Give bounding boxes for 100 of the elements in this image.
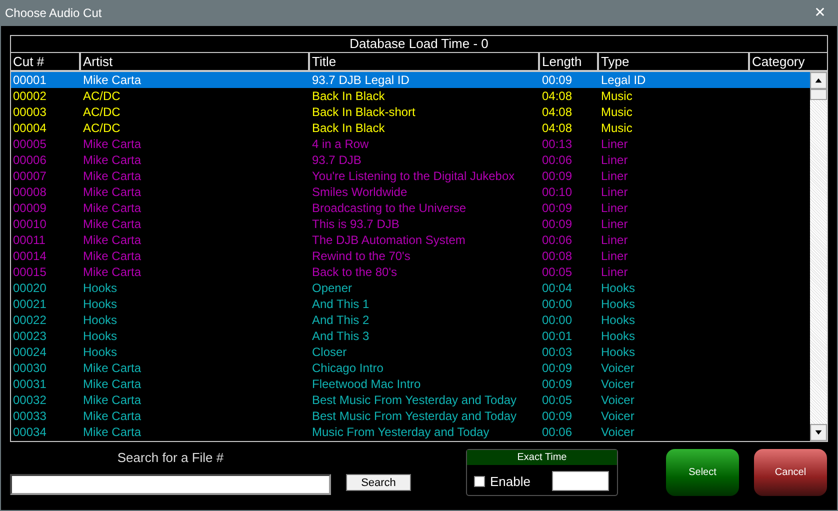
table-cell-text: Music	[600, 104, 634, 120]
table-cell-text: And This 2	[311, 312, 370, 328]
table-row[interactable]: 00024 Hooks Closer 00:03 Hooks	[11, 344, 810, 360]
cancel-button[interactable]: Cancel	[754, 449, 827, 496]
table-cell-text: 00:05	[541, 392, 574, 408]
table-cell-text: AC/DC	[82, 88, 122, 104]
table-cell-text: Rewind to the 70's	[311, 248, 412, 264]
table-row[interactable]: 00022 Hooks And This 2 00:00 Hooks	[11, 312, 810, 328]
scrollbar[interactable]	[810, 72, 827, 441]
table-cell-text: Legal ID	[600, 72, 647, 88]
table-row[interactable]: 00032 Mike Carta Best Music From Yesterday and Today 00:05 Voicer	[11, 392, 810, 408]
table-cell-text: And This 1	[311, 296, 370, 312]
table-cell-text: Mike Carta	[82, 264, 142, 280]
table-row[interactable]: 00008 Mike Carta Smiles Worldwide 00:10 Liner	[11, 184, 810, 200]
table-row[interactable]: 00004 AC/DC Back In Black 04:08 Music	[11, 120, 810, 136]
table-cell-text: 00:09	[541, 408, 574, 424]
table-cell-text: Hooks	[82, 344, 118, 360]
table-cell-text: Back In Black	[311, 88, 386, 104]
table-cell-text: 00005	[12, 136, 48, 152]
table-cell-text: 00007	[12, 168, 48, 184]
table-row[interactable]: 00034 Mike Carta Music From Yesterday and Today 00:06 Voicer	[11, 424, 810, 440]
table-cell-text: And This 3	[311, 328, 370, 344]
column-header[interactable]: Cut #	[11, 53, 81, 70]
scroll-up-icon[interactable]	[810, 72, 827, 89]
table-cell-text: Best Music From Yesterday and Today	[311, 392, 518, 408]
table-cell-text: Mike Carta	[82, 136, 142, 152]
table-cell-text: 93.7 DJB Legal ID	[311, 72, 410, 88]
table-row[interactable]: 00021 Hooks And This 1 00:00 Hooks	[11, 296, 810, 312]
table-cell-text: 00:03	[541, 344, 574, 360]
column-header[interactable]: Category	[750, 53, 827, 70]
table-cell-text: Mike Carta	[82, 376, 142, 392]
table-cell-text: Hooks	[82, 312, 118, 328]
table-cell-text: AC/DC	[82, 120, 122, 136]
table-cell-text: Hooks	[600, 344, 636, 360]
table-row[interactable]: 00030 Mike Carta Chicago Intro 00:09 Voicer	[11, 360, 810, 376]
table-cell-text: Mike Carta	[82, 184, 142, 200]
table-cell-text: 00:01	[541, 328, 574, 344]
table-row[interactable]: 00031 Mike Carta Fleetwood Mac Intro 00:09 Voicer	[11, 376, 810, 392]
table-cell-text: 00:09	[541, 376, 574, 392]
scroll-thumb[interactable]	[810, 89, 827, 100]
table-cell-text: 00:06	[541, 152, 574, 168]
table-cell-text: Liner	[600, 264, 629, 280]
table-cell-text: 00022	[12, 312, 48, 328]
column-header[interactable]: Type	[599, 53, 750, 70]
table-row[interactable]: 00020 Hooks Opener 00:04 Hooks	[11, 280, 810, 296]
search-field[interactable]	[10, 474, 331, 495]
table-cell-text: 00008	[12, 184, 48, 200]
table-cell-text: Hooks	[600, 328, 636, 344]
table-row[interactable]: 00033 Mike Carta Best Music From Yesterday and Today 00:09 Voicer	[11, 408, 810, 424]
table-cell-text: 00004	[12, 120, 48, 136]
table-cell-text: 00014	[12, 248, 48, 264]
table-cell-text: 00010	[12, 216, 48, 232]
column-header[interactable]: Artist	[81, 53, 310, 70]
table-cell-text: Mike Carta	[82, 168, 142, 184]
table-cell-text: 00:09	[541, 200, 574, 216]
table-cell-text: Mike Carta	[82, 200, 142, 216]
search-button[interactable]: Search	[346, 474, 411, 491]
table-cell-text: Mike Carta	[82, 360, 142, 376]
table-cell-text: Back In Black	[311, 120, 386, 136]
table-row[interactable]: 00009 Mike Carta Broadcasting to the Universe 00:09 Liner	[11, 200, 810, 216]
table-row[interactable]: 00010 Mike Carta This is 93.7 DJB 00:09 Liner	[11, 216, 810, 232]
enable-checkbox[interactable]	[474, 476, 485, 486]
close-button[interactable]: ✕	[803, 0, 837, 26]
table-row[interactable]: 00006 Mike Carta 93.7 DJB 00:06 Liner	[11, 152, 810, 168]
column-header[interactable]: Title	[310, 53, 540, 70]
table-row[interactable]: 00011 Mike Carta The DJB Automation System 00:06 Liner	[11, 232, 810, 248]
table-cell-text: 00034	[12, 424, 48, 440]
table-cell-text: Mike Carta	[82, 232, 142, 248]
table-cell-text: 00:09	[541, 360, 574, 376]
table-row[interactable]: 00005 Mike Carta 4 in a Row 00:13 Liner	[11, 136, 810, 152]
table-row[interactable]: 00015 Mike Carta Back to the 80's 00:05 Liner	[11, 264, 810, 280]
table-cell-text: Mike Carta	[82, 152, 142, 168]
table-cell-text: Mike Carta	[82, 392, 142, 408]
table-cell-text: AC/DC	[82, 104, 122, 120]
table-cell-text: 00001	[12, 72, 48, 88]
table-cell-text: Smiles Worldwide	[311, 184, 408, 200]
table-cell-text: Hooks	[600, 312, 636, 328]
table-cell-text: 00:09	[541, 168, 574, 184]
column-header[interactable]: Length	[540, 53, 599, 70]
table-cell-text: 04:08	[541, 88, 574, 104]
select-button[interactable]: Select	[666, 449, 739, 496]
table-cell-text: 00003	[12, 104, 48, 120]
exact-time-field[interactable]	[552, 471, 610, 491]
table-row[interactable]: 00023 Hooks And This 3 00:01 Hooks	[11, 328, 810, 344]
table-row[interactable]: 00003 AC/DC Back In Black-short 04:08 Music	[11, 104, 810, 120]
table-cell-text: Liner	[600, 168, 629, 184]
table-row[interactable]: 00002 AC/DC Back In Black 04:08 Music	[11, 88, 810, 104]
table-cell-text: 00031	[12, 376, 48, 392]
table-cell-text: 00:13	[541, 136, 574, 152]
table-cell-text: 00006	[12, 152, 48, 168]
table-row[interactable]: 00014 Mike Carta Rewind to the 70's 00:08 Liner	[11, 248, 810, 264]
scroll-down-icon[interactable]	[810, 424, 827, 441]
table-cell-text: 00:00	[541, 296, 574, 312]
table-row[interactable]: 00007 Mike Carta You're Listening to the Digital Jukebox 00:09 Liner	[11, 168, 810, 184]
table-cell-text: Broadcasting to the Universe	[311, 200, 468, 216]
table-cell-text: Liner	[600, 232, 629, 248]
table-cell-text: Mike Carta	[82, 248, 142, 264]
table-row[interactable]: 00001 Mike Carta 93.7 DJB Legal ID 00:09 Legal ID	[11, 72, 810, 88]
table-cell-text: Mike Carta	[82, 72, 142, 88]
table-cell-text: 00:09	[541, 216, 574, 232]
